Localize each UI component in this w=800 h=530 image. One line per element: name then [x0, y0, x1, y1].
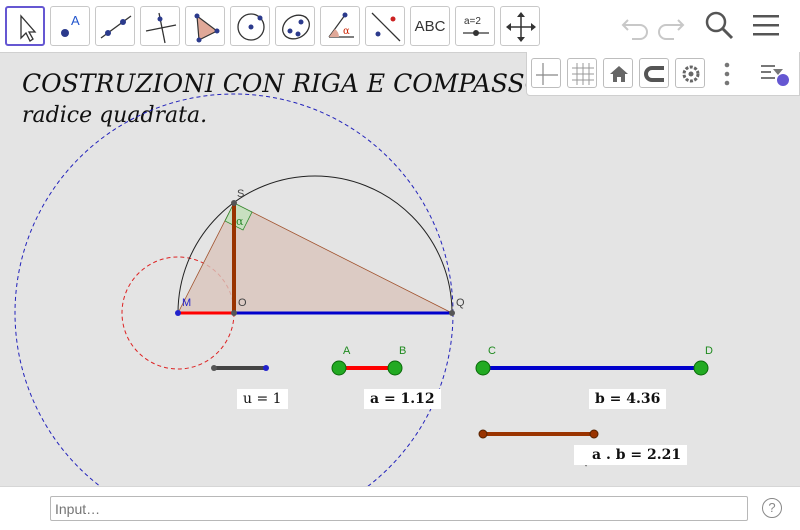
- point-u-start[interactable]: [211, 365, 217, 371]
- undo-icon[interactable]: [618, 8, 652, 42]
- text-tool-button[interactable]: ABC: [410, 6, 450, 46]
- angle-tool-button[interactable]: α: [320, 6, 360, 46]
- label-q: Q: [456, 297, 465, 309]
- triangle-msq: [177, 202, 453, 314]
- label-o: O: [238, 297, 247, 309]
- value-a[interactable]: a = 1.12: [364, 389, 441, 409]
- label-d: D: [705, 345, 713, 357]
- point-q[interactable]: [449, 310, 455, 316]
- label-s: S: [237, 188, 245, 200]
- toggle-grid-button[interactable]: [567, 58, 597, 88]
- settings-button[interactable]: [675, 58, 705, 88]
- axes-icon: [536, 63, 558, 85]
- algebra-input-field[interactable]: [50, 496, 748, 521]
- perpendicular-line-tool-icon: [145, 12, 177, 44]
- label-c: C: [488, 345, 496, 357]
- point-sqrt-start[interactable]: [478, 429, 488, 439]
- point-capturing-button[interactable]: [639, 58, 669, 88]
- point-o[interactable]: [231, 310, 237, 316]
- construction-canvas: [14, 93, 709, 486]
- toggle-axes-button[interactable]: [531, 58, 561, 88]
- label-alpha: α: [236, 215, 244, 228]
- help-icon[interactable]: ?: [762, 498, 782, 518]
- more-options-icon[interactable]: [717, 60, 737, 88]
- angle-tool-icon: α: [328, 12, 354, 38]
- text-tool-icon: ABC: [414, 17, 446, 35]
- polygon-tool-button[interactable]: [185, 6, 225, 46]
- value-sqrt-ab[interactable]: a . b = 2.21: [574, 445, 688, 465]
- slider-tool-label: a=2: [464, 16, 481, 27]
- point-tool-label: A: [71, 13, 80, 28]
- line-tool-button[interactable]: [95, 6, 135, 46]
- point-u-end[interactable]: [263, 365, 269, 371]
- move-tool-icon: [20, 14, 37, 42]
- value-b[interactable]: b = 4.36: [589, 389, 667, 409]
- style-bar: [526, 52, 800, 96]
- point-c[interactable]: [475, 360, 491, 376]
- input-bar: ?: [0, 486, 800, 530]
- circle-tool-icon: [237, 13, 265, 41]
- angle-tool-label: α: [343, 26, 350, 37]
- point-tool-icon: A: [61, 13, 80, 37]
- value-u[interactable]: u = 1: [237, 389, 288, 409]
- move-graphics-tool-button[interactable]: [500, 6, 540, 46]
- point-b[interactable]: [387, 360, 403, 376]
- redo-icon[interactable]: [654, 8, 688, 42]
- main-menu-icon[interactable]: [750, 8, 784, 42]
- reflect-tool-icon: [371, 12, 401, 42]
- move-graphics-view-tool-icon: [506, 12, 536, 42]
- search-icon[interactable]: [702, 8, 736, 42]
- point-m[interactable]: [175, 310, 181, 316]
- slider-tool-icon: a=2: [463, 16, 489, 36]
- reflect-tool-button[interactable]: [365, 6, 405, 46]
- label-m: M: [182, 297, 192, 309]
- standard-view-button[interactable]: [603, 58, 633, 88]
- line-tool-icon: [100, 15, 132, 39]
- graphics-view[interactable]: COSTRUZIONI CON RIGA E COMPASSO: radice …: [0, 52, 800, 486]
- ellipse-tool-button[interactable]: [275, 6, 315, 46]
- polygon-tool-icon: [194, 13, 220, 43]
- circle-tool-button[interactable]: [230, 6, 270, 46]
- magnet-icon: [644, 66, 664, 82]
- gear-icon: [682, 65, 700, 83]
- ellipse-tool-icon: [282, 14, 310, 40]
- point-sqrt-end[interactable]: [589, 429, 599, 439]
- label-a: A: [343, 345, 351, 357]
- home-icon: [610, 66, 628, 82]
- point-s[interactable]: [231, 200, 237, 206]
- grid-icon: [572, 63, 594, 85]
- point-d[interactable]: [693, 360, 709, 376]
- toggle-style-bar-icon[interactable]: [759, 60, 793, 88]
- slider-tool-button[interactable]: a=2: [455, 6, 495, 46]
- point-a[interactable]: [331, 360, 347, 376]
- point-tool-button[interactable]: A: [50, 6, 90, 46]
- toolbar: A α ABC a=2: [0, 0, 800, 52]
- label-b: B: [399, 345, 407, 357]
- move-tool-button[interactable]: [5, 6, 45, 46]
- perpendicular-tool-button[interactable]: [140, 6, 180, 46]
